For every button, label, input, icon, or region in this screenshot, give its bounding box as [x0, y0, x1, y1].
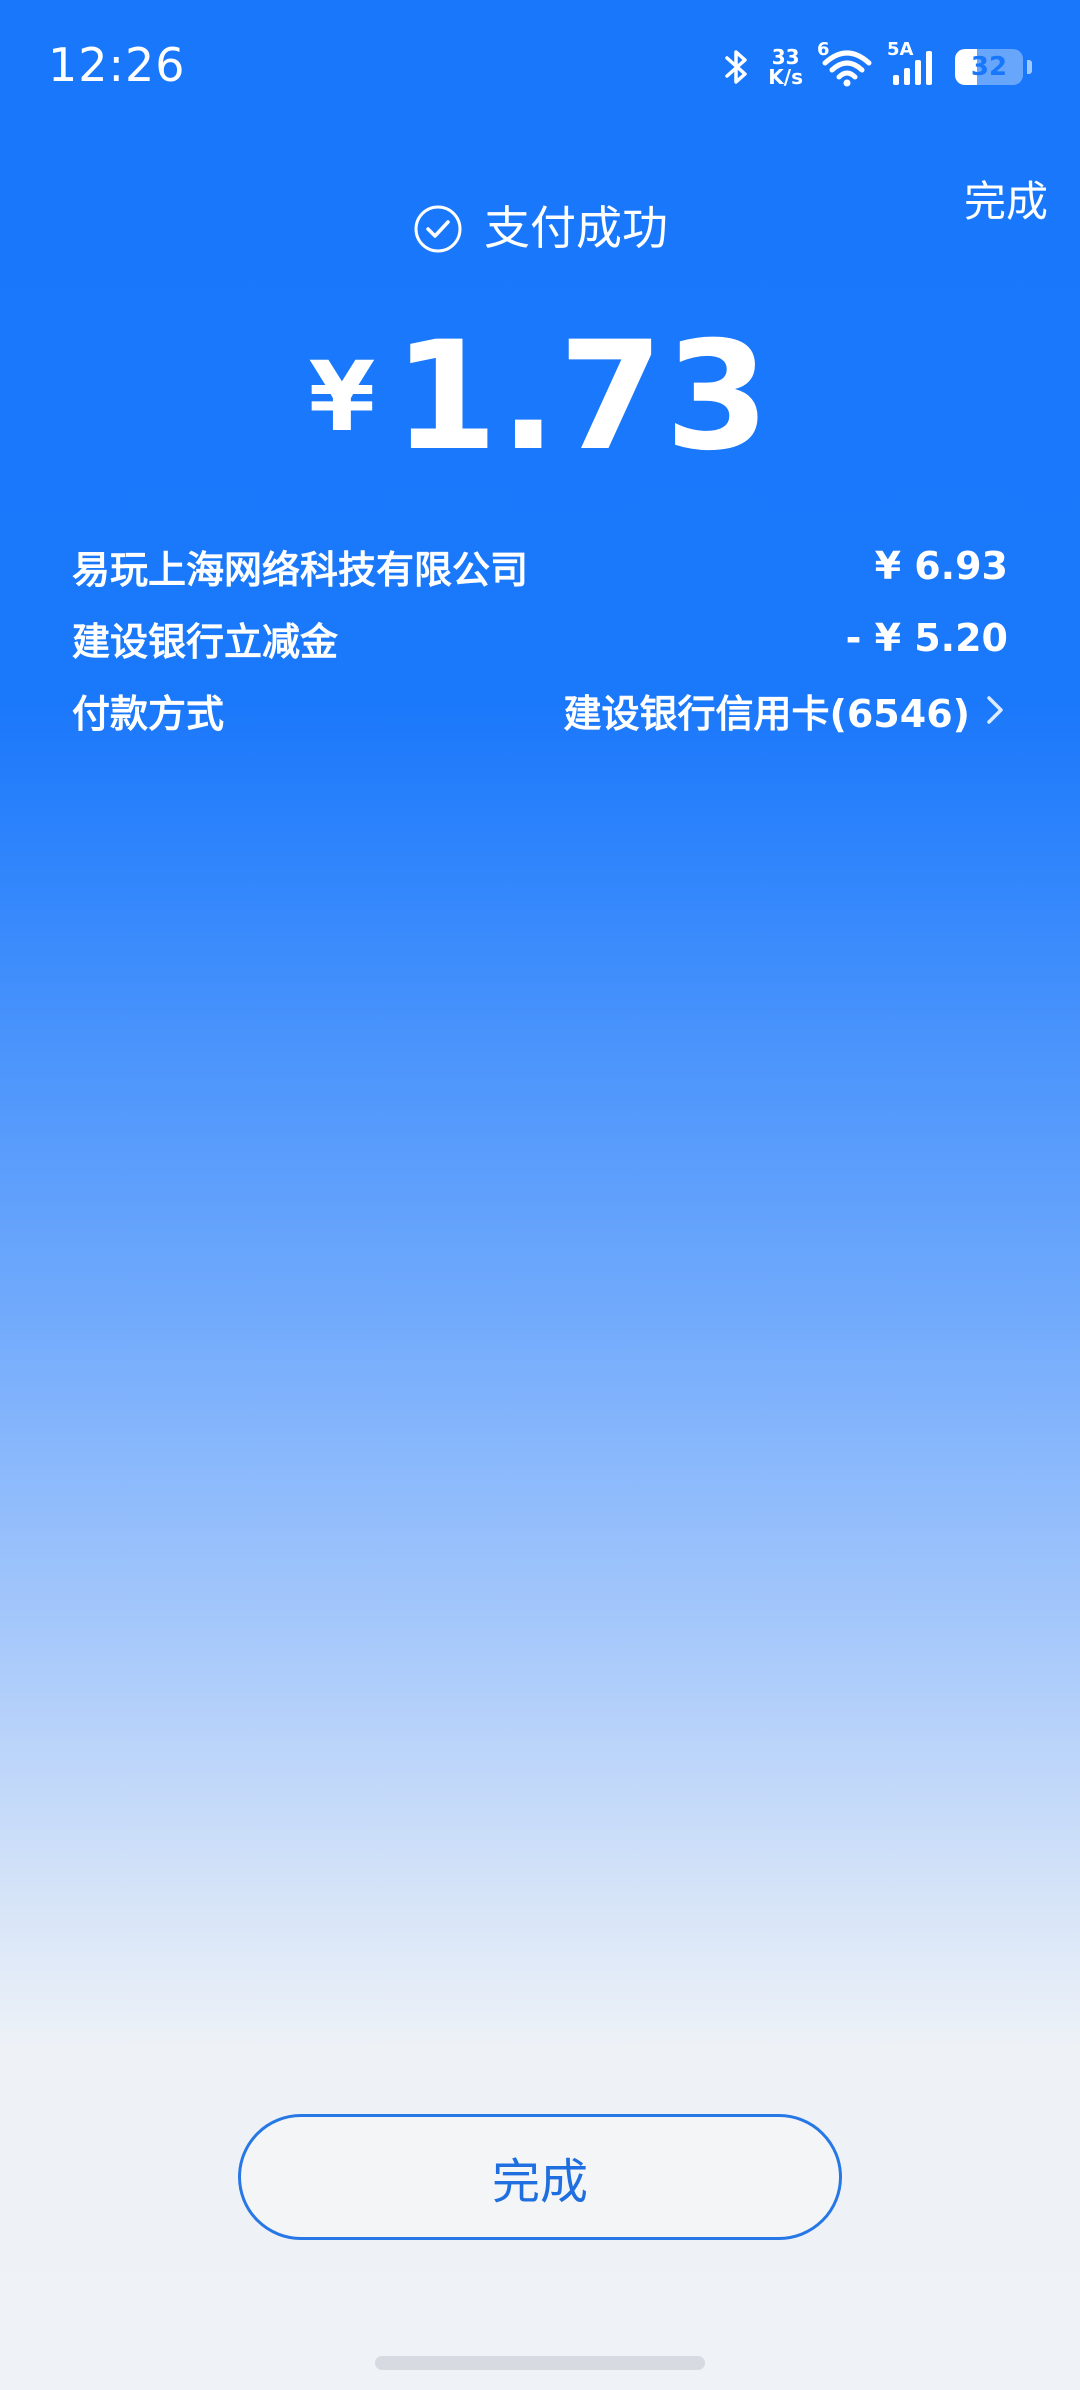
network-speed-value: 33	[771, 45, 800, 69]
detail-row-payment-method[interactable]: 付款方式 建设银行信用卡(6546)	[72, 674, 1008, 746]
original-amount: ¥ 6.93	[874, 544, 1008, 588]
amount-value: 1.73	[393, 310, 772, 484]
battery-tip	[1027, 60, 1032, 74]
payment-details: 易玩上海网络科技有限公司 ¥ 6.93 建设银行立减金 - ¥ 5.20 付款方…	[72, 530, 1008, 746]
cellular-indicator: 5A	[887, 39, 937, 87]
network-speed-unit: K/s	[768, 65, 803, 89]
payment-method-value-wrap[interactable]: 建设银行信用卡(6546)	[564, 683, 1009, 738]
bluetooth-icon	[725, 50, 748, 84]
payment-amount: ¥1.73	[0, 310, 1080, 484]
wifi-tag: 6	[817, 39, 830, 60]
status-bar: 12:26 33 K/s 6 5A 32	[0, 0, 1080, 130]
battery-level: 32	[970, 52, 1008, 82]
status-time: 12:26	[48, 38, 186, 92]
amount-currency: ¥	[308, 341, 376, 453]
discount-label: 建设银行立减金	[72, 619, 339, 664]
payment-result: 支付成功	[0, 192, 1080, 258]
battery-icon: 32	[955, 49, 1023, 85]
cellular-tag: 5A	[887, 39, 914, 60]
chevron-right-icon	[987, 696, 1003, 724]
wifi-indicator: 6	[817, 39, 873, 87]
network-speed: 33 K/s	[768, 47, 803, 87]
discount-amount: - ¥ 5.20	[845, 616, 1008, 660]
status-icons: 33 K/s 6 5A 32	[724, 39, 1032, 92]
payment-method-label: 付款方式	[72, 691, 225, 736]
check-circle-icon	[414, 205, 462, 253]
done-button[interactable]: 完成	[238, 2114, 842, 2240]
payment-result-text: 支付成功	[484, 201, 668, 255]
payment-method-value: 建设银行信用卡(6546)	[563, 691, 971, 736]
detail-row-discount: 建设银行立减金 - ¥ 5.20	[72, 602, 1008, 674]
detail-row-merchant: 易玩上海网络科技有限公司 ¥ 6.93	[72, 530, 1008, 602]
home-indicator[interactable]	[375, 2356, 705, 2370]
merchant-name: 易玩上海网络科技有限公司	[72, 547, 529, 592]
